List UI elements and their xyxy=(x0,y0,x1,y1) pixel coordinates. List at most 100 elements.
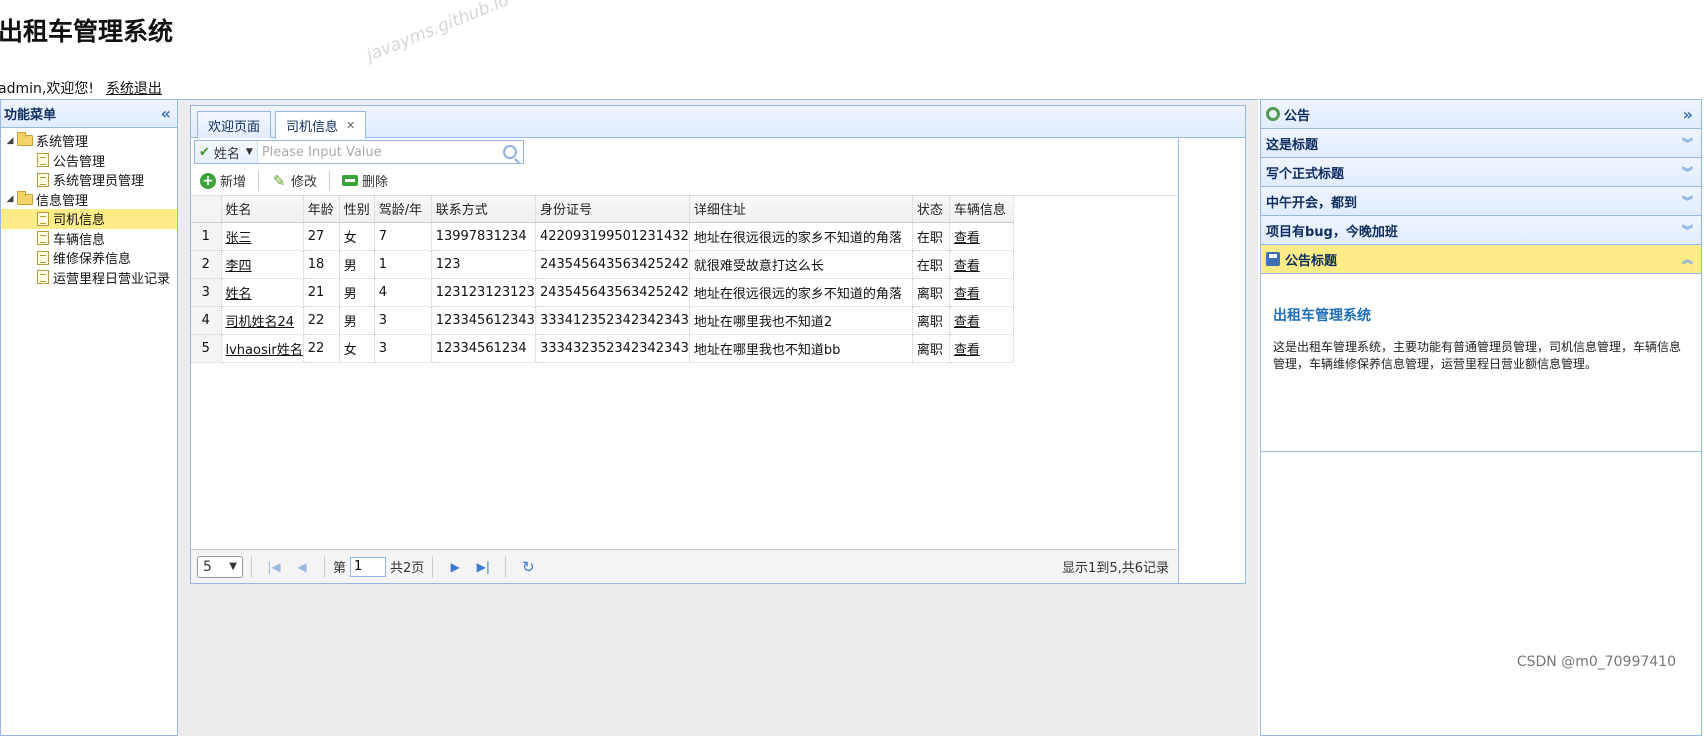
column-header[interactable]: 驾龄/年 xyxy=(374,196,432,223)
tree-item-label: 维修保养信息 xyxy=(53,252,132,268)
search-field-dropdown[interactable]: ✔ 姓名 ▼ xyxy=(195,141,258,163)
tree-item-daily-mileage[interactable]: 运营里程日营业记录 xyxy=(1,268,177,288)
pager-divider xyxy=(324,555,325,578)
plus-icon: + xyxy=(200,172,216,189)
column-header[interactable]: 身份证号 xyxy=(535,196,690,223)
column-header[interactable]: 性别 xyxy=(339,196,375,223)
notice-item-open[interactable]: 公告标题 ︽ xyxy=(1261,245,1701,274)
tree-item-maintenance-info[interactable]: 维修保养信息 xyxy=(1,248,177,268)
prev-page-icon[interactable]: ◀ xyxy=(292,560,312,574)
age-cell: 22 xyxy=(303,334,340,363)
driver-grid-panel: ✔ 姓名 ▼ + 新增 ✎ 修改 xyxy=(191,138,1179,584)
sex-cell: 女 xyxy=(339,334,375,363)
close-tab-icon[interactable]: ✕ xyxy=(346,119,355,132)
phone-cell: 13997831234 xyxy=(431,222,536,251)
tab-welcome[interactable]: 欢迎页面 xyxy=(197,111,272,138)
name-cell: 姓名 xyxy=(221,278,304,307)
toolbar-divider xyxy=(258,170,260,191)
tree-item-driver-info[interactable]: 司机信息 xyxy=(1,209,177,229)
status-cell: 离职 xyxy=(912,334,950,363)
notice-body-text: 这是出租车管理系统，主要功能有普通管理员管理，司机信息管理，车辆信息管理，车辆维… xyxy=(1273,340,1682,371)
id-number-cell: 243545643563425242 xyxy=(535,278,690,307)
menu-tree: ◢ 系统管理 公告管理 系统管理员管理 ◢ 信息管理 司机信息 车辆信息 维修保… xyxy=(1,128,177,287)
notice-item[interactable]: 项目有bug，今晚加班 ︾ xyxy=(1261,216,1701,245)
searchbox: ✔ 姓名 ▼ xyxy=(194,140,524,164)
delete-button[interactable]: 删除 xyxy=(338,169,392,192)
name-link[interactable]: 司机姓名24 xyxy=(226,315,295,330)
name-link[interactable]: 姓名 xyxy=(226,287,252,302)
table-row[interactable]: 2 李四 18 男 1 123 243545643563425242 就很难受故… xyxy=(191,250,1014,279)
name-link[interactable]: lvhaosir姓名 xyxy=(226,343,303,358)
view-vehicle-link[interactable]: 查看 xyxy=(954,287,980,302)
tree-item-vehicle-info[interactable]: 车辆信息 xyxy=(1,229,177,249)
row-number-header xyxy=(191,196,222,223)
tree-item-admin-management[interactable]: 系统管理员管理 xyxy=(1,170,177,190)
sex-cell: 男 xyxy=(339,278,375,307)
column-header[interactable]: 状态 xyxy=(912,196,950,223)
id-number-cell: 333432352342342343 xyxy=(535,334,690,363)
column-header[interactable]: 联系方式 xyxy=(431,196,536,223)
table-row[interactable]: 5 lvhaosir姓名 22 女 3 12334561234 33343235… xyxy=(191,334,1014,363)
view-vehicle-link[interactable]: 查看 xyxy=(954,231,980,246)
edit-button[interactable]: ✎ 修改 xyxy=(267,169,321,192)
page-size-select[interactable]: 5 ▼ xyxy=(197,555,243,578)
add-button[interactable]: + 新增 xyxy=(196,169,250,192)
logout-link[interactable]: 系统退出 xyxy=(106,81,162,97)
search-bar: ✔ 姓名 ▼ xyxy=(191,138,1178,166)
collapse-up-icon[interactable]: ︽ xyxy=(1682,251,1693,267)
driving-years-cell: 3 xyxy=(374,334,432,363)
refresh-icon[interactable]: ↻ xyxy=(518,558,538,576)
page-number-input[interactable] xyxy=(350,556,387,577)
tree-group-info[interactable]: ◢ 信息管理 xyxy=(1,190,177,210)
tab-driver-info[interactable]: 司机信息 ✕ xyxy=(275,111,367,139)
view-vehicle-link[interactable]: 查看 xyxy=(954,315,980,330)
id-number-cell: 333412352342342343 xyxy=(535,306,690,335)
id-number-cell: 422093199501231432 xyxy=(535,222,690,251)
collapse-right-icon[interactable]: » xyxy=(1683,105,1693,124)
search-input[interactable] xyxy=(257,142,503,162)
expand-icon[interactable]: ︾ xyxy=(1682,193,1693,209)
table-row[interactable]: 3 姓名 21 男 4 123123123123 243545643563425… xyxy=(191,278,1014,307)
page-prefix: 第 xyxy=(333,561,347,576)
first-page-icon[interactable]: |◀ xyxy=(264,560,284,574)
address-cell: 地址在哪里我也不知道2 xyxy=(689,306,913,335)
tree-group-system[interactable]: ◢ 系统管理 xyxy=(1,131,177,151)
column-header[interactable]: 详细住址 xyxy=(689,196,913,223)
status-cell: 离职 xyxy=(912,306,950,335)
tab-label: 司机信息 xyxy=(286,120,339,135)
column-header[interactable]: 年龄 xyxy=(303,196,340,223)
search-icon[interactable] xyxy=(503,145,517,159)
name-link[interactable]: 张三 xyxy=(226,231,252,246)
view-vehicle-link[interactable]: 查看 xyxy=(954,259,980,274)
tree-item-notice-management[interactable]: 公告管理 xyxy=(1,151,177,171)
notice-item-title: 中午开会，都到 xyxy=(1266,195,1358,211)
minus-icon xyxy=(342,175,359,186)
tree-group-label: 信息管理 xyxy=(36,193,89,209)
sex-cell: 女 xyxy=(339,222,375,251)
column-header[interactable]: 姓名 xyxy=(221,196,304,223)
name-link[interactable]: 李四 xyxy=(226,259,252,274)
expand-icon[interactable]: ︾ xyxy=(1682,164,1693,180)
notice-item[interactable]: 中午开会，都到 ︾ xyxy=(1261,187,1701,216)
expand-triangle-icon[interactable]: ◢ xyxy=(5,136,15,146)
collapse-left-icon[interactable]: « xyxy=(161,104,171,123)
notice-item[interactable]: 这是标题 ︾ xyxy=(1261,129,1701,158)
column-header[interactable]: 车辆信息 xyxy=(949,196,1014,223)
notice-item[interactable]: 写个正式标题 ︾ xyxy=(1261,158,1701,187)
save-icon xyxy=(1266,252,1280,266)
next-page-icon[interactable]: ▶ xyxy=(445,560,465,574)
age-cell: 22 xyxy=(303,306,340,335)
name-cell: 司机姓名24 xyxy=(221,306,304,335)
expand-icon[interactable]: ︾ xyxy=(1682,222,1693,238)
notice-panel-title: 公告 xyxy=(1284,108,1311,124)
welcome-text: admin,欢迎您! xyxy=(0,81,94,97)
phone-cell: 123345612343 xyxy=(431,306,536,335)
table-row[interactable]: 4 司机姓名24 22 男 3 123345612343 33341235234… xyxy=(191,306,1014,335)
expand-triangle-icon[interactable]: ◢ xyxy=(5,194,15,204)
address-cell: 地址在哪里我也不知道bb xyxy=(689,334,913,363)
expand-icon[interactable]: ︾ xyxy=(1682,135,1693,151)
table-row[interactable]: 1 张三 27 女 7 13997831234 4220931995012314… xyxy=(191,222,1014,251)
view-vehicle-link[interactable]: 查看 xyxy=(954,343,980,358)
last-page-icon[interactable]: ▶| xyxy=(473,560,493,574)
file-icon xyxy=(37,270,49,285)
